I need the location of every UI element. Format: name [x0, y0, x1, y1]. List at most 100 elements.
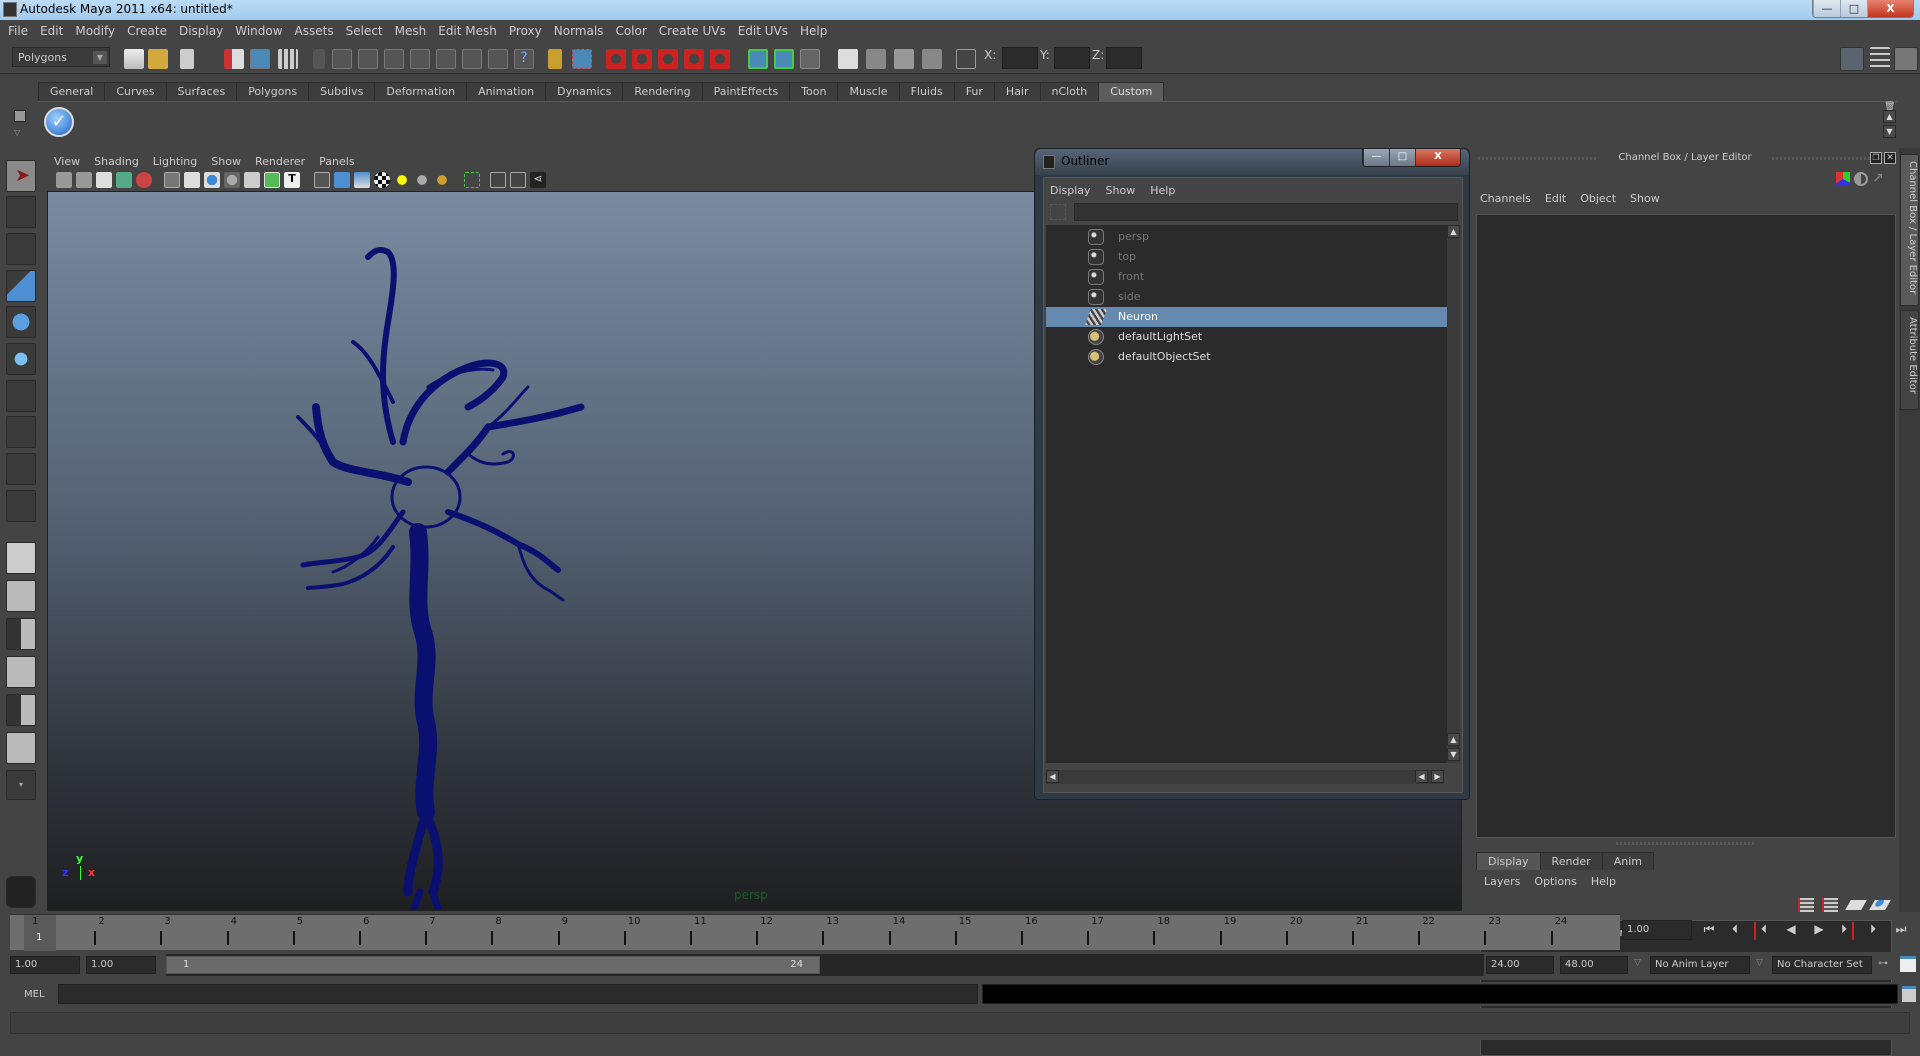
universal-manipulator-tool[interactable] — [6, 380, 36, 412]
layer-tab-display[interactable]: Display — [1476, 852, 1541, 870]
show-manipulator-tool[interactable] — [6, 453, 36, 485]
animation-preferences-icon[interactable] — [1900, 956, 1916, 972]
outliner-horizontal-scrollbar[interactable]: ◀ ◀ ▶ — [1046, 770, 1444, 784]
shelf-tab-subdivs[interactable]: Subdivs — [308, 82, 376, 101]
paint-select-tool[interactable] — [6, 233, 36, 265]
step-back-key-button[interactable]: ⏴ — [1726, 922, 1744, 940]
command-input[interactable] — [58, 984, 978, 1004]
select-dynamics-icon[interactable] — [462, 49, 482, 69]
select-hierarchy-icon[interactable] — [224, 49, 244, 69]
select-misc-icon[interactable]: ? — [514, 49, 534, 69]
shelf-tab-animation[interactable]: Animation — [466, 82, 547, 101]
outliner-item-neuron[interactable]: Neuron — [1046, 307, 1447, 327]
tool-settings-toggle-icon[interactable] — [1870, 47, 1890, 69]
shelf-tab-muscle[interactable]: Muscle — [837, 82, 900, 101]
selection-mask-icon[interactable] — [313, 49, 325, 69]
layer-menu-help[interactable]: Help — [1591, 875, 1616, 888]
minimize-button[interactable]: — — [1813, 0, 1840, 17]
snap-grid-icon[interactable] — [606, 49, 626, 69]
outliner-item-front[interactable]: front — [1046, 267, 1447, 287]
open-scene-icon[interactable] — [148, 49, 168, 69]
lasso-tool[interactable] — [6, 196, 36, 228]
character-set-dropdown-icon[interactable]: ▽ — [1756, 958, 1763, 968]
select-tool[interactable]: ➤ — [6, 160, 36, 192]
filter-icon[interactable] — [1050, 204, 1066, 220]
go-to-end-button[interactable]: ⏭ — [1892, 922, 1910, 940]
output-connections-icon[interactable] — [774, 49, 794, 69]
make-live-icon[interactable] — [710, 49, 730, 69]
outliner-item-side[interactable]: side — [1046, 287, 1447, 307]
bookmarks-icon[interactable] — [96, 172, 112, 188]
channel-box-menu-channels[interactable]: Channels — [1480, 192, 1531, 205]
shelf-tab-rendering[interactable]: Rendering — [622, 82, 703, 101]
wireframe-on-shaded-icon[interactable] — [354, 172, 370, 188]
outliner-title-bar[interactable]: Outliner — □ X — [1035, 149, 1469, 175]
move-tool[interactable] — [6, 270, 36, 302]
shelf-tab-hair[interactable]: Hair — [993, 82, 1041, 101]
camera-attributes-icon[interactable] — [76, 172, 92, 188]
close-panel-icon[interactable]: ✕ — [1884, 152, 1896, 164]
select-handles-icon[interactable] — [332, 49, 352, 69]
tab-channel-box-layer-editor[interactable]: Channel Box / Layer Editor — [1900, 154, 1919, 306]
panel-menu-panels[interactable]: Panels — [319, 155, 354, 168]
shelf-scroll-down-button[interactable]: ▼ — [1883, 125, 1896, 138]
two-d-pan-zoom-icon[interactable] — [136, 172, 152, 188]
layer-menu-layers[interactable]: Layers — [1484, 875, 1520, 888]
menu-assets[interactable]: Assets — [295, 24, 334, 38]
shelf-tab-toon[interactable]: Toon — [789, 82, 839, 101]
scroll-up-button[interactable]: ▲ — [1447, 733, 1460, 746]
shelf-tabs-toggle-icon[interactable] — [14, 110, 26, 122]
auto-key-icon[interactable]: ⊶ — [1878, 958, 1888, 969]
z-field[interactable] — [1106, 47, 1142, 69]
panel-menu-renderer[interactable]: Renderer — [255, 155, 305, 168]
hyperbolic-icon[interactable]: ↗ — [1872, 170, 1888, 186]
outliner-item-top[interactable]: top — [1046, 247, 1447, 267]
select-component-icon[interactable] — [278, 49, 298, 69]
shelf-tab-custom[interactable]: Custom — [1098, 82, 1165, 101]
safe-action-icon[interactable] — [264, 172, 280, 188]
menu-edit[interactable]: Edit — [40, 24, 63, 38]
persp-outliner-layout-button[interactable] — [6, 618, 36, 650]
range-slider-handle[interactable]: 1 24 — [166, 956, 820, 974]
outliner-filter-input[interactable] — [1074, 203, 1458, 221]
y-field[interactable] — [1054, 47, 1090, 69]
select-curves-icon[interactable] — [384, 49, 404, 69]
rotate-tool[interactable] — [6, 306, 36, 338]
select-surfaces-icon[interactable] — [410, 49, 430, 69]
attribute-editor-toggle-icon[interactable] — [1840, 47, 1864, 71]
scroll-right-button[interactable]: ▶ — [1431, 770, 1444, 783]
menu-create[interactable]: Create — [127, 24, 167, 38]
snap-view-plane-icon[interactable] — [684, 49, 704, 69]
create-empty-layer-icon[interactable] — [1845, 900, 1867, 910]
scroll-down-button[interactable]: ▼ — [1447, 748, 1460, 761]
snap-curve-icon[interactable] — [632, 49, 652, 69]
script-editor-icon[interactable] — [1902, 986, 1916, 1002]
anim-layer-selector[interactable]: No Anim Layer — [1650, 956, 1750, 974]
shelf-tab-polygons[interactable]: Polygons — [236, 82, 310, 101]
persp-graph-layout-button[interactable] — [6, 656, 36, 688]
current-time-field[interactable]: 1.00 — [1622, 920, 1692, 940]
channel-box-toggle-icon[interactable] — [1894, 47, 1918, 71]
go-to-start-button[interactable]: ⏮ — [1700, 922, 1718, 940]
step-forward-key-button[interactable]: ⏵ — [1864, 922, 1882, 940]
play-backward-button[interactable]: ◀ — [1782, 922, 1800, 940]
maximize-button[interactable]: □ — [1840, 0, 1867, 17]
shelf-checkmark-icon[interactable]: ✓ — [44, 107, 74, 137]
panel-menu-show[interactable]: Show — [211, 155, 241, 168]
shelf-menu-icon[interactable]: ▽ — [14, 128, 26, 138]
select-joints-icon[interactable] — [358, 49, 378, 69]
menu-select[interactable]: Select — [346, 24, 383, 38]
persp-graph-outliner-layout-button[interactable] — [6, 732, 36, 764]
wireframe-icon[interactable] — [314, 172, 330, 188]
channel-box-area[interactable] — [1476, 214, 1896, 838]
shelf-tab-painteffects[interactable]: PaintEffects — [701, 82, 791, 101]
input-connections-icon[interactable] — [748, 49, 768, 69]
select-deformations-icon[interactable] — [436, 49, 456, 69]
scroll-up-button[interactable]: ▲ — [1447, 225, 1460, 238]
xray-joints-icon[interactable] — [510, 172, 526, 188]
outliner-menu-help[interactable]: Help — [1150, 184, 1175, 197]
shelf-tab-general[interactable]: General — [38, 82, 106, 101]
shelf-tab-fluids[interactable]: Fluids — [898, 82, 955, 101]
menu-display[interactable]: Display — [179, 24, 223, 38]
outliner-menu-display[interactable]: Display — [1050, 184, 1091, 197]
